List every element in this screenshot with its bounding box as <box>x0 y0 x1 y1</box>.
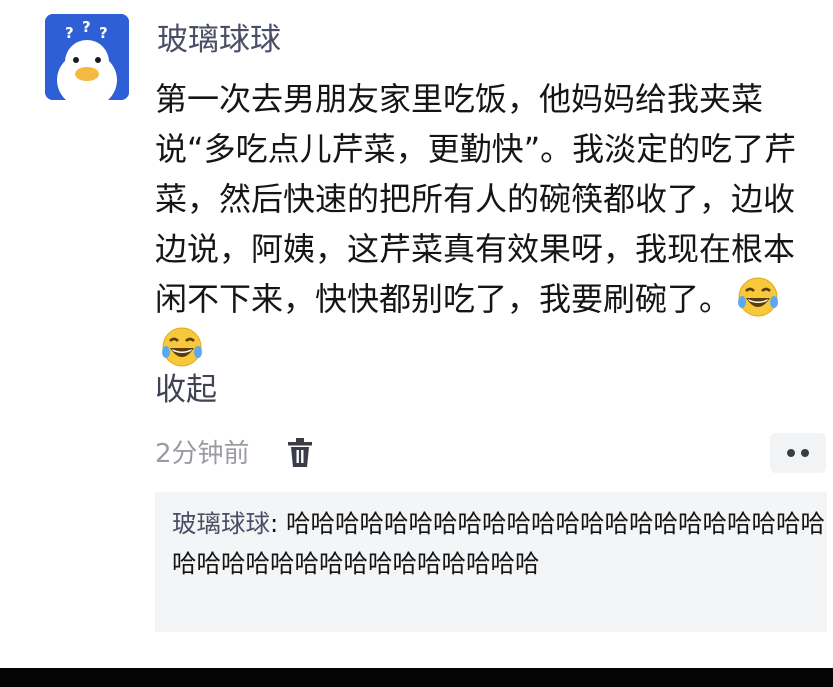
reply-separator: : <box>270 509 287 538</box>
author-name[interactable]: 玻璃球球 <box>157 18 281 62</box>
timestamp: 2分钟前 <box>155 439 250 469</box>
post-body: 第一次去男朋友家里吃饭，他妈妈给我夹菜说“多吃点儿芹菜，更勤快”。我淡定的吃了芹… <box>155 74 821 374</box>
svg-text:?: ? <box>82 18 91 36</box>
more-dots-icon <box>787 449 809 457</box>
reply-box: 玻璃球球: 哈哈哈哈哈哈哈哈哈哈哈哈哈哈哈哈哈哈哈哈哈哈哈哈哈哈哈哈哈哈哈哈哈哈… <box>155 492 827 632</box>
svg-text:?: ? <box>65 24 74 42</box>
trash-icon[interactable] <box>286 437 314 469</box>
collapse-link[interactable]: 收起 <box>155 368 217 412</box>
laughing-tears-emoji <box>162 327 202 367</box>
reply-author[interactable]: 玻璃球球 <box>172 509 270 538</box>
reply-text: 玻璃球球: 哈哈哈哈哈哈哈哈哈哈哈哈哈哈哈哈哈哈哈哈哈哈哈哈哈哈哈哈哈哈哈哈哈哈… <box>172 504 827 584</box>
bottom-bar <box>0 668 833 687</box>
svg-text:?: ? <box>99 24 108 42</box>
more-button[interactable] <box>770 433 826 473</box>
avatar[interactable]: ? ? ? <box>45 14 129 100</box>
post-text: 第一次去男朋友家里吃饭，他妈妈给我夹菜说“多吃点儿芹菜，更勤快”。我淡定的吃了芹… <box>155 80 797 318</box>
duck-avatar-icon: ? ? ? <box>45 14 129 100</box>
laughing-tears-emoji <box>738 277 779 317</box>
